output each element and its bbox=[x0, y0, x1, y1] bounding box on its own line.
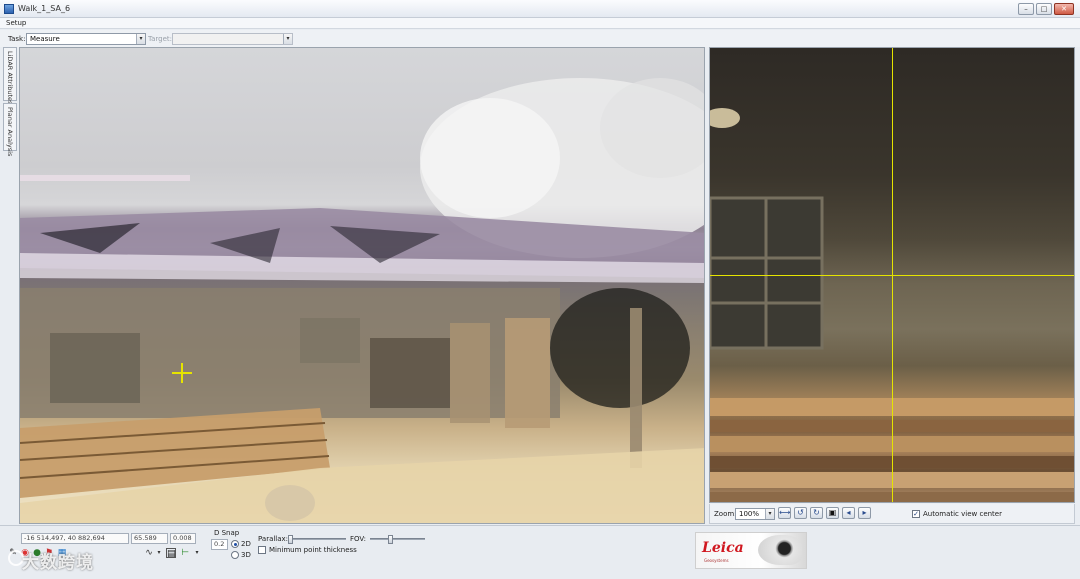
app-icon bbox=[4, 4, 14, 14]
grid-icon[interactable]: ▤ bbox=[166, 548, 176, 559]
close-icon[interactable]: ✕ bbox=[1054, 3, 1074, 15]
auto-view-center-label: Automatic view center bbox=[923, 510, 1002, 518]
bottom-panel: -16 514,497, 40 882,694 65.589 0.008 ✎ ◉… bbox=[0, 525, 1080, 579]
task-select[interactable]: Measure ▾ bbox=[26, 33, 146, 45]
image-crosshair-horizontal bbox=[710, 275, 1074, 276]
logo-brand: Leica bbox=[702, 540, 744, 556]
title-bar: Walk_1_SA_6 – □ ✕ bbox=[0, 0, 1080, 18]
task-toolbar: Task: Measure ▾ Target: ▾ bbox=[0, 30, 1080, 47]
min-point-thickness-checkbox[interactable] bbox=[258, 546, 266, 554]
menu-bar: Setup bbox=[0, 18, 1080, 29]
side-tab-strip: LiDAR Attributes Planar Analysis bbox=[3, 47, 18, 527]
task-select-value: Measure bbox=[30, 35, 60, 43]
image-viewport[interactable] bbox=[709, 47, 1075, 503]
target-select[interactable]: ▾ bbox=[172, 33, 293, 45]
tab-planar-analysis-label: Planar Analysis bbox=[6, 107, 14, 157]
film-icon[interactable]: ▣ bbox=[826, 507, 839, 519]
fit-icon[interactable]: ⟷ bbox=[778, 507, 791, 519]
scanner-image bbox=[758, 535, 802, 565]
minimize-icon[interactable]: – bbox=[1018, 3, 1034, 15]
image-toolbar: Zoom: 100% ▾ ⟷ ↺ ↻ ▣ ◂ ▸ ✓ Automatic vie… bbox=[709, 504, 1075, 524]
fov-label: FOV: bbox=[350, 535, 366, 543]
snap-3d-radio[interactable] bbox=[231, 551, 239, 559]
zoom-select[interactable]: 100% ▾ bbox=[735, 508, 775, 520]
parallax-label: Parallax: bbox=[258, 535, 289, 543]
chevron-down-icon: ▾ bbox=[765, 509, 774, 519]
branch-icon[interactable]: ⊢ bbox=[180, 548, 190, 558]
chevron-down-icon[interactable]: ▾ bbox=[192, 548, 202, 558]
parallax-slider[interactable] bbox=[288, 535, 346, 544]
curve-icon[interactable]: ∿ bbox=[144, 548, 154, 558]
fov-slider[interactable] bbox=[370, 535, 425, 544]
rotate-right-icon[interactable]: ↻ bbox=[810, 507, 823, 519]
tab-lidar-attributes-label: LiDAR Attributes bbox=[6, 51, 14, 105]
elevation-field[interactable]: 65.589 bbox=[131, 533, 168, 544]
task-label: Task: bbox=[8, 35, 26, 43]
snap-2d-label: 2D bbox=[241, 540, 251, 548]
tab-planar-analysis[interactable]: Planar Analysis bbox=[3, 103, 17, 156]
target-label: Target: bbox=[148, 35, 173, 43]
menu-setup[interactable]: Setup bbox=[6, 19, 26, 27]
rotate-left-icon[interactable]: ↺ bbox=[794, 507, 807, 519]
maximize-icon[interactable]: □ bbox=[1036, 3, 1052, 15]
point-cloud-render bbox=[20, 78, 704, 523]
snap-3d-label: 3D bbox=[241, 551, 251, 559]
parallax-slider-knob[interactable] bbox=[288, 535, 293, 544]
prev-icon[interactable]: ◂ bbox=[842, 507, 855, 519]
window-title: Walk_1_SA_6 bbox=[18, 4, 71, 13]
leica-logo: Leica Geosystems bbox=[695, 532, 807, 569]
chevron-down-icon: ▾ bbox=[283, 34, 292, 44]
chevron-down-icon[interactable]: ▾ bbox=[154, 548, 164, 558]
min-point-thickness-label: Minimum point thickness bbox=[269, 546, 357, 554]
fov-slider-knob[interactable] bbox=[388, 535, 393, 544]
precision-field[interactable]: 0.008 bbox=[170, 533, 196, 544]
snap-value-field[interactable]: 0.2 bbox=[211, 539, 228, 550]
auto-view-center-checkbox[interactable]: ✓ bbox=[912, 510, 920, 518]
snap-2d-radio[interactable] bbox=[231, 540, 239, 548]
tab-lidar-attributes[interactable]: LiDAR Attributes bbox=[3, 47, 17, 105]
coordinates-field[interactable]: -16 514,497, 40 882,694 bbox=[21, 533, 129, 544]
chevron-down-icon: ▾ bbox=[136, 34, 145, 44]
snap-title: D Snap bbox=[214, 529, 240, 537]
zoom-select-value: 100% bbox=[739, 510, 760, 518]
watermark-text: 大数跨境 bbox=[22, 553, 94, 573]
next-icon[interactable]: ▸ bbox=[858, 507, 871, 519]
zoom-label: Zoom: bbox=[714, 510, 737, 518]
logo-sub: Geosystems bbox=[704, 558, 729, 563]
point-cloud-viewport[interactable] bbox=[19, 47, 705, 524]
window-controls: – □ ✕ bbox=[1018, 3, 1074, 15]
